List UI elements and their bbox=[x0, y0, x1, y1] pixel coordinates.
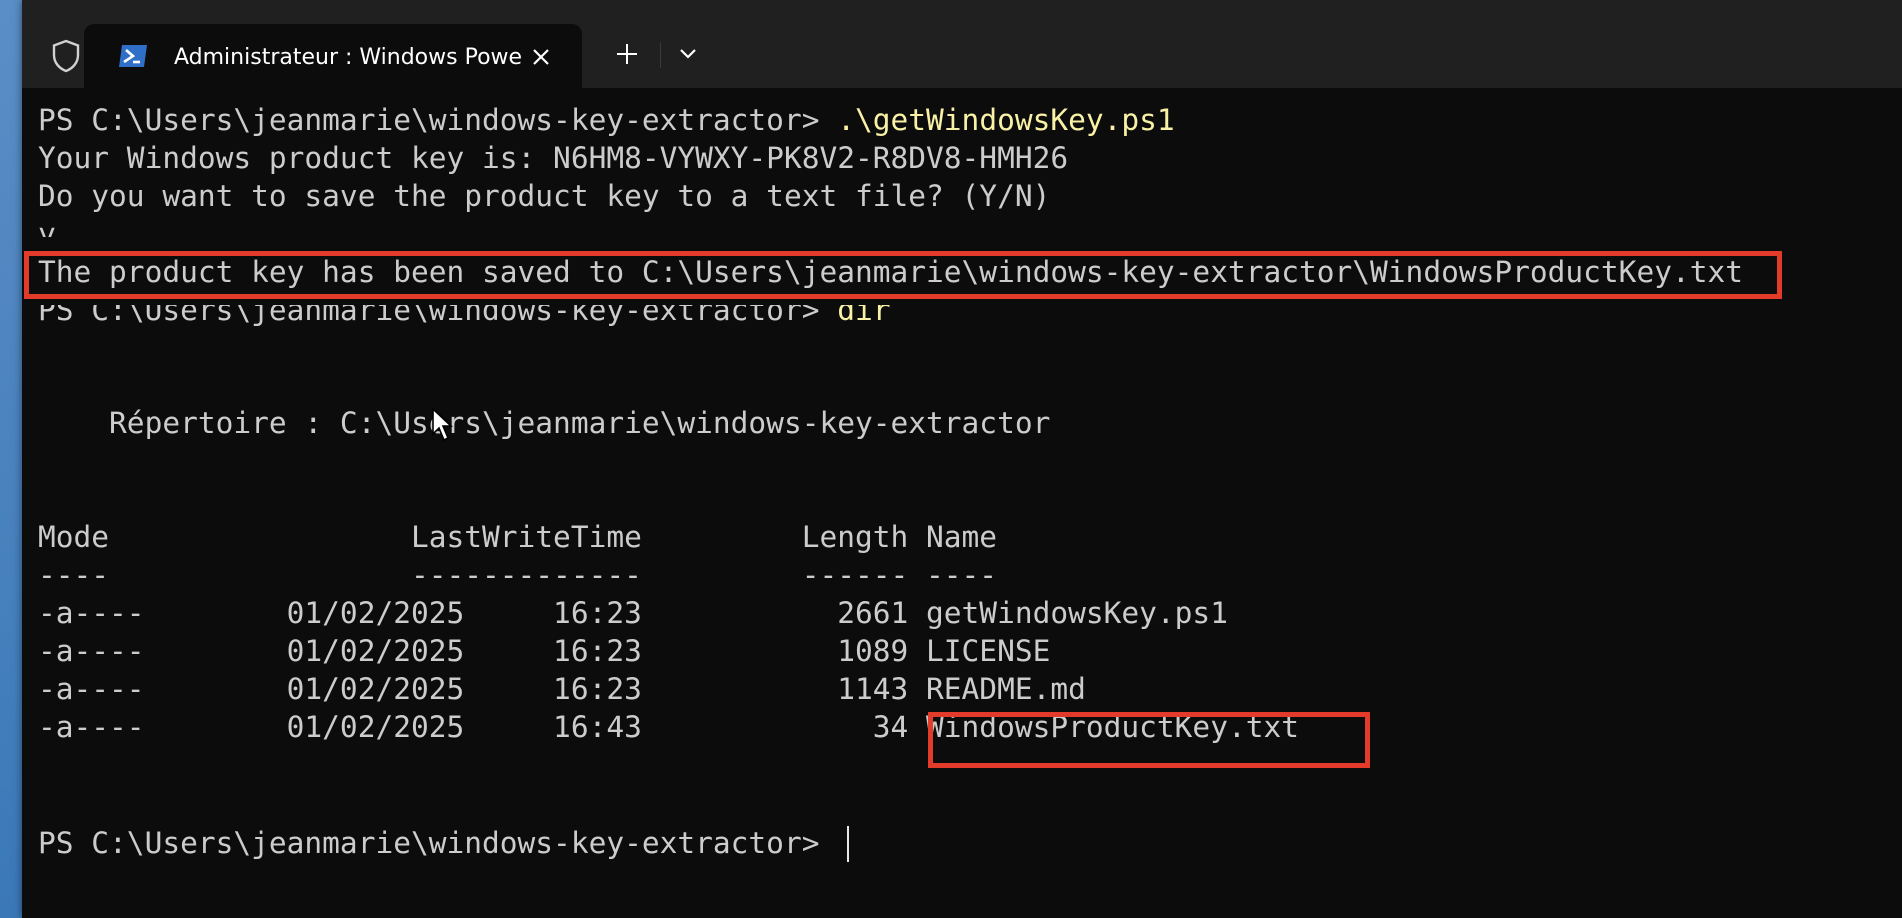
tab-powershell[interactable]: Administrateur : Windows PowerShell bbox=[84, 24, 582, 88]
shield-icon bbox=[52, 39, 80, 73]
text-cursor bbox=[847, 826, 849, 862]
titlebar-divider bbox=[660, 42, 661, 68]
terminal-line-directory: Répertoire : C:\Users\jeanmarie\windows-… bbox=[38, 406, 1051, 440]
command-text: .\getWindowsKey.ps1 bbox=[837, 103, 1175, 137]
listing-header: Mode LastWriteTime Length Name bbox=[38, 520, 998, 554]
mouse-pointer-icon bbox=[432, 408, 454, 442]
tab-title: Administrateur : Windows PowerShell bbox=[174, 45, 524, 70]
listing-separator: ---- ------------- ------ ---- bbox=[38, 558, 998, 592]
powershell-icon bbox=[119, 45, 147, 67]
listing-row: -a---- 01/02/2025 16:23 1089 LICENSE bbox=[38, 634, 1051, 668]
prompt: PS C:\Users\jeanmarie\windows-key-extrac… bbox=[38, 103, 838, 137]
terminal-line-product-key: Your Windows product key is: N6HM8-VYWXY… bbox=[38, 141, 1069, 175]
profiles-dropdown-button[interactable] bbox=[666, 34, 710, 74]
new-tab-button[interactable] bbox=[604, 34, 650, 74]
highlight-box-key-file bbox=[928, 712, 1370, 768]
chevron-down-icon bbox=[680, 49, 696, 59]
terminal-window: Administrateur : Windows PowerShell PS C… bbox=[22, 0, 1902, 918]
close-icon bbox=[533, 49, 549, 65]
terminal-line-current-prompt: PS C:\Users\jeanmarie\windows-key-extrac… bbox=[38, 826, 838, 860]
plus-icon bbox=[617, 44, 637, 64]
listing-row: -a---- 01/02/2025 16:23 2661 getWindowsK… bbox=[38, 596, 1228, 630]
title-bar: Administrateur : Windows PowerShell bbox=[22, 0, 1902, 88]
tab-close-button[interactable] bbox=[524, 40, 558, 74]
terminal-line-save-question: Do you want to save the product key to a… bbox=[38, 179, 1051, 213]
terminal-line-command-1: PS C:\Users\jeanmarie\windows-key-extrac… bbox=[38, 101, 1175, 139]
terminal-output[interactable]: PS C:\Users\jeanmarie\windows-key-extrac… bbox=[22, 88, 1902, 918]
listing-row: -a---- 01/02/2025 16:23 1143 README.md bbox=[38, 672, 1086, 706]
terminal-line-answer: y bbox=[38, 217, 56, 237]
highlight-box-saved-path bbox=[24, 251, 1782, 299]
